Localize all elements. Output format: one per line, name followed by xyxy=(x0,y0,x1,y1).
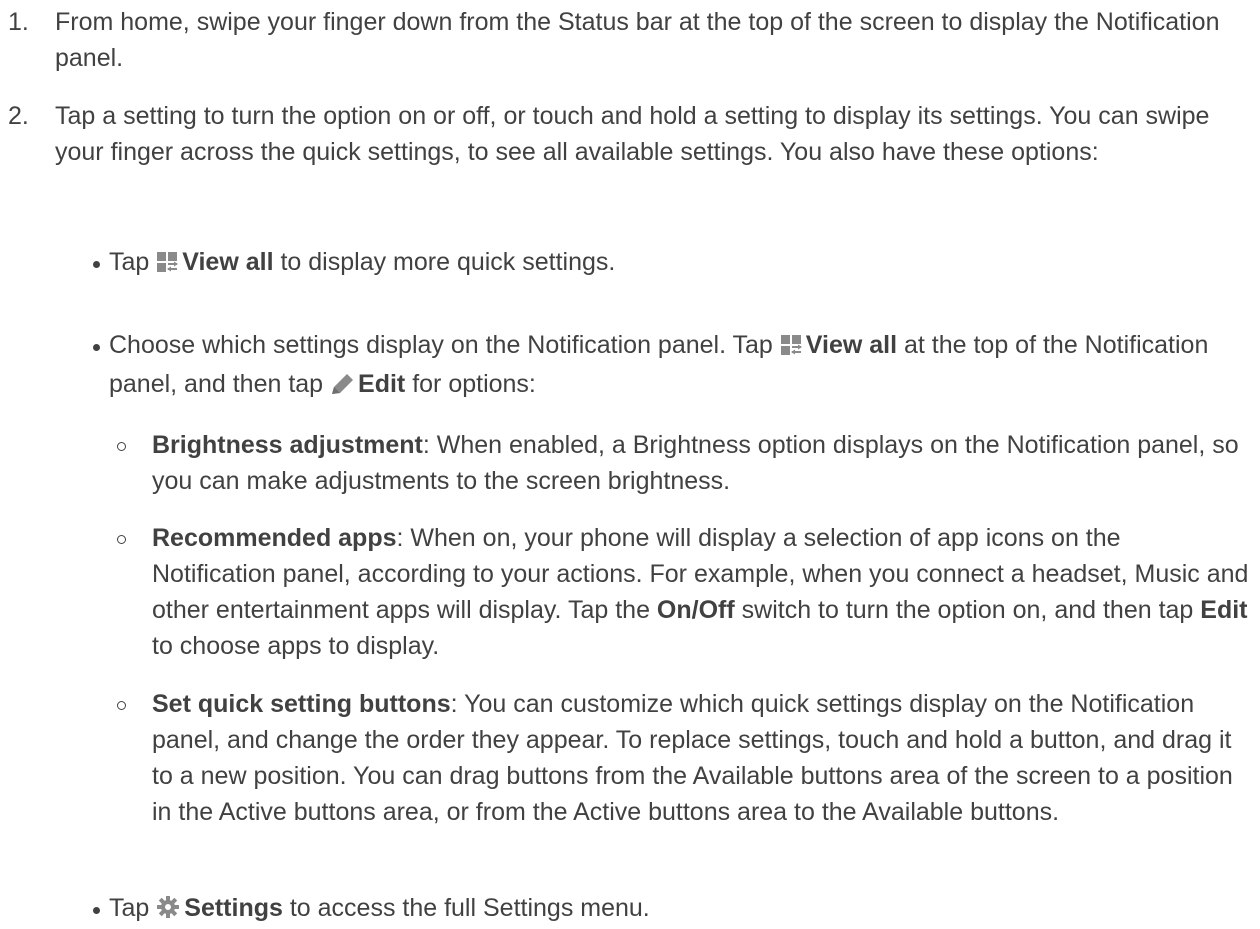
pencil-icon xyxy=(330,369,354,405)
sub-bullet-circle xyxy=(117,442,126,451)
sub-bullet-circle xyxy=(117,701,126,710)
bullet-text: Tap Settings to access the full Settings… xyxy=(109,890,1249,929)
on-off-label: On/Off xyxy=(656,596,735,624)
step-number: 2. xyxy=(8,102,29,130)
bullet-dot xyxy=(93,261,100,268)
settings-label: Settings xyxy=(184,894,283,922)
bullet-text: Tap View all to display more quick setti… xyxy=(109,244,1249,283)
sub-item-title: Recommended apps xyxy=(152,524,397,552)
gear-icon xyxy=(156,893,180,929)
document-page: 1. From home, swipe your finger down fro… xyxy=(0,0,1260,929)
sub-item-title: Set quick setting buttons xyxy=(152,690,451,718)
view-all-icon xyxy=(780,330,802,366)
step-text: From home, swipe your finger down from t… xyxy=(55,8,1220,72)
view-all-label: View all xyxy=(182,248,274,276)
sub-item-text: Brightness adjustment: When enabled, a B… xyxy=(152,431,1239,495)
sub-item-text: Recommended apps: When on, your phone wi… xyxy=(152,524,1249,660)
bullet-dot xyxy=(93,907,100,914)
step-text: Tap a setting to turn the option on or o… xyxy=(55,102,1210,166)
view-all-icon xyxy=(156,247,179,283)
bullet-dot xyxy=(93,344,100,351)
edit-label: Edit xyxy=(358,370,406,398)
edit-label: Edit xyxy=(1200,596,1248,624)
sub-item-title: Brightness adjustment xyxy=(152,431,423,459)
sub-bullet-circle xyxy=(117,535,126,544)
view-all-label: View all xyxy=(805,331,898,359)
step-number: 1. xyxy=(8,8,29,36)
bullet-text: Choose which settings display on the Not… xyxy=(109,327,1249,405)
sub-item-text: Set quick setting buttons: You can custo… xyxy=(152,690,1233,826)
